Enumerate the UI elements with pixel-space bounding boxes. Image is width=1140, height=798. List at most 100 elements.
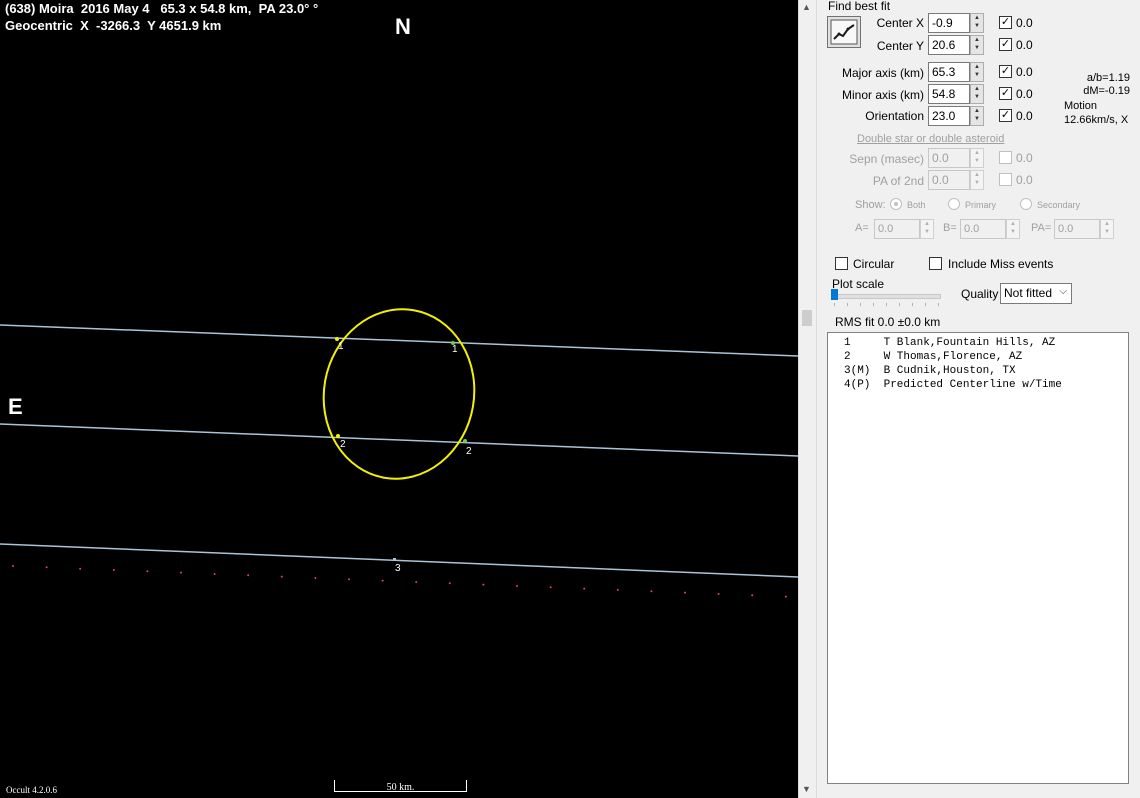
pa-second-check-value: 0.0 bbox=[1016, 173, 1033, 187]
show-primary-radio[interactable] bbox=[948, 198, 960, 210]
predicted-time-dot bbox=[751, 594, 754, 597]
center-y-checkbox[interactable]: ✓ bbox=[999, 38, 1012, 51]
show-both-label: Both bbox=[907, 200, 926, 210]
chord-label-1-left: 1 bbox=[338, 341, 344, 352]
separation-input[interactable]: 0.0 bbox=[928, 148, 970, 168]
quality-select[interactable]: Not fitted ⌵ bbox=[1000, 283, 1072, 304]
predicted-time-dot bbox=[213, 573, 216, 575]
predicted-time-dot bbox=[79, 567, 82, 570]
scale-bar-label: 50 km. bbox=[386, 782, 415, 793]
predicted-time-dot bbox=[448, 582, 451, 585]
show-primary-label: Primary bbox=[965, 200, 996, 210]
chord-label-2-left: 2 bbox=[340, 439, 346, 450]
a-spinner[interactable]: ▲ ▼ bbox=[920, 219, 934, 239]
major-axis-spinner[interactable]: ▲ ▼ bbox=[970, 62, 984, 82]
predicted-time-dot bbox=[146, 570, 149, 573]
include-miss-checkbox[interactable] bbox=[929, 257, 942, 270]
find-best-fit-title: Find best fit bbox=[828, 0, 891, 13]
pa-second-input[interactable]: 0.0 bbox=[928, 170, 970, 190]
major-axis-check-value: 0.0 bbox=[1016, 65, 1033, 79]
center-x-check-value: 0.0 bbox=[1016, 16, 1033, 30]
minor-axis-input[interactable]: 54.8 bbox=[928, 84, 970, 104]
occultation-plot[interactable]: 1 1 2 2 3 (638) Moira 2016 May 4 65.3 x … bbox=[0, 0, 798, 798]
orientation-check-value: 0.0 bbox=[1016, 109, 1033, 123]
pa-second-spinner[interactable]: ▲ ▼ bbox=[970, 170, 984, 190]
motion-label: Motion bbox=[1064, 100, 1098, 112]
minor-axis-label: Minor axis (km) bbox=[841, 88, 924, 102]
predicted-time-dot bbox=[684, 591, 686, 594]
chord-label-2-right: 2 bbox=[466, 446, 472, 457]
chord-label-3: 3 bbox=[395, 563, 401, 574]
plot-title: (638) Moira 2016 May 4 65.3 x 54.8 km, P… bbox=[5, 1, 319, 16]
rms-fit-label: RMS fit 0.0 ±0.0 km bbox=[835, 315, 941, 329]
pa-second-checkbox[interactable] bbox=[999, 173, 1012, 186]
pa-spinner[interactable]: ▲ ▼ bbox=[1100, 219, 1114, 239]
plot-scale-track[interactable] bbox=[833, 294, 941, 299]
center-y-input[interactable]: 20.6 bbox=[928, 35, 970, 55]
list-item[interactable]: 3(M) B Cudnik,Houston, TX bbox=[844, 364, 1124, 378]
orientation-input[interactable]: 23.0 bbox=[928, 106, 970, 126]
center-x-label: Center X bbox=[876, 16, 924, 30]
a-label: A= bbox=[855, 222, 869, 234]
major-axis-checkbox[interactable]: ✓ bbox=[999, 65, 1012, 78]
show-both-radio[interactable] bbox=[890, 198, 902, 210]
list-item[interactable]: 2 W Thomas,Florence, AZ bbox=[844, 350, 1124, 364]
list-item[interactable]: 4(P) Predicted Centerline w/Time bbox=[844, 378, 1124, 392]
motion-value: 12.66km/s, X bbox=[1064, 114, 1129, 126]
predicted-time-dot bbox=[180, 571, 182, 574]
orientation-checkbox[interactable]: ✓ bbox=[999, 109, 1012, 122]
chord-marker bbox=[336, 434, 340, 438]
separation-check-value: 0.0 bbox=[1016, 151, 1033, 165]
b-input[interactable]: 0.0 bbox=[960, 219, 1006, 239]
chord-line-2 bbox=[0, 423, 798, 457]
center-y-check-value: 0.0 bbox=[1016, 38, 1033, 52]
predicted-time-dot bbox=[280, 575, 283, 578]
center-x-spinner[interactable]: ▲ ▼ bbox=[970, 13, 984, 33]
center-x-checkbox[interactable]: ✓ bbox=[999, 16, 1012, 29]
minor-axis-checkbox[interactable]: ✓ bbox=[999, 87, 1012, 100]
observer-list[interactable]: 1 T Blank,Fountain Hills, AZ 2 W Thomas,… bbox=[827, 332, 1129, 784]
scroll-up-icon[interactable]: ▲ bbox=[802, 2, 811, 12]
show-secondary-label: Secondary bbox=[1037, 200, 1081, 210]
major-axis-input[interactable]: 65.3 bbox=[928, 62, 970, 82]
delta-magnitude: dM=-0.19 bbox=[1083, 85, 1130, 97]
scroll-thumb[interactable] bbox=[802, 310, 812, 326]
scroll-down-icon[interactable]: ▼ bbox=[802, 784, 811, 794]
quality-label: Quality bbox=[961, 287, 999, 301]
plot-canvas: 1 1 2 2 3 bbox=[0, 308, 798, 598]
separation-spinner[interactable]: ▲ ▼ bbox=[970, 148, 984, 168]
circular-checkbox[interactable] bbox=[835, 257, 848, 270]
circular-label: Circular bbox=[853, 257, 895, 271]
major-axis-label: Major axis (km) bbox=[841, 66, 924, 80]
chord-line-1 bbox=[0, 324, 798, 357]
predicted-time-dot bbox=[45, 566, 48, 569]
predicted-time-dot bbox=[12, 565, 14, 567]
minor-axis-spinner[interactable]: ▲ ▼ bbox=[970, 84, 984, 104]
pa-second-label: PA of 2nd bbox=[872, 174, 924, 188]
b-spinner[interactable]: ▲ ▼ bbox=[1006, 219, 1020, 239]
orientation-spinner[interactable]: ▲ ▼ bbox=[970, 106, 984, 126]
predicted-time-dot bbox=[112, 569, 115, 571]
double-star-title: Double star or double asteroid bbox=[857, 133, 1005, 145]
orientation-label: Orientation bbox=[865, 109, 924, 123]
panel-scrollbar[interactable]: ▲ ▼ bbox=[798, 0, 817, 798]
pa-input[interactable]: 0.0 bbox=[1054, 219, 1100, 239]
separation-checkbox[interactable] bbox=[999, 151, 1012, 164]
chevron-down-icon: ⌵ bbox=[1059, 286, 1067, 297]
asteroid-profile-ellipse bbox=[322, 308, 476, 480]
quality-value: Not fitted bbox=[1004, 286, 1053, 300]
separation-label: Sepn (masec) bbox=[849, 152, 924, 166]
predicted-time-dot bbox=[717, 592, 720, 595]
plot-scale-label: Plot scale bbox=[832, 277, 885, 291]
predicted-time-dot bbox=[516, 585, 518, 587]
a-input[interactable]: 0.0 bbox=[874, 219, 920, 239]
chord-marker bbox=[463, 439, 467, 443]
show-secondary-radio[interactable] bbox=[1020, 198, 1032, 210]
plot-scale-thumb[interactable] bbox=[831, 289, 838, 300]
center-y-spinner[interactable]: ▲ ▼ bbox=[970, 35, 984, 55]
list-item[interactable]: 1 T Blank,Fountain Hills, AZ bbox=[844, 336, 1124, 350]
predicted-time-dot bbox=[784, 595, 787, 598]
center-x-input[interactable]: -0.9 bbox=[928, 13, 970, 33]
version-label: Occult 4.2.0.6 bbox=[6, 785, 57, 795]
predicted-time-dot bbox=[415, 581, 418, 583]
